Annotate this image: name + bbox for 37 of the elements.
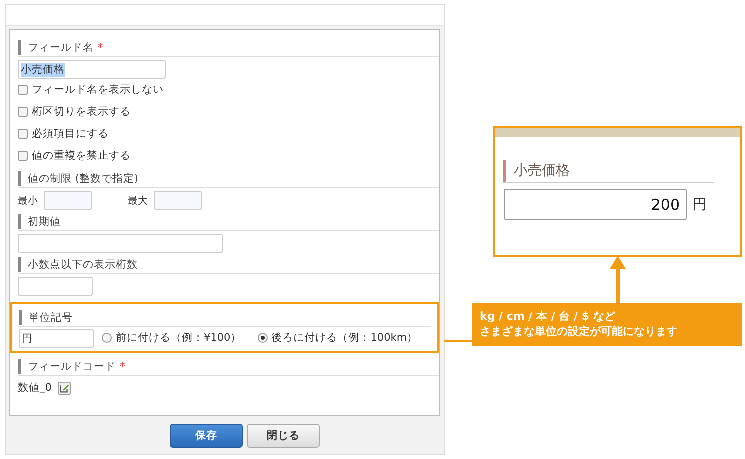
field-name-label: フィールド名 xyxy=(28,40,94,54)
checkbox[interactable] xyxy=(18,107,28,117)
required-mark: * xyxy=(98,42,104,54)
input-field[interactable] xyxy=(18,234,223,253)
default-value-label: 初期値 xyxy=(28,214,61,228)
checkbox[interactable] xyxy=(18,85,28,95)
field-code-value: 数値_0 xyxy=(18,381,52,395)
radio-button[interactable] xyxy=(258,332,268,342)
input-field[interactable] xyxy=(154,191,202,210)
save-button[interactable]: 保存 xyxy=(170,424,243,448)
unit-label: 単位記号 xyxy=(29,310,73,324)
input-field[interactable] xyxy=(44,191,92,210)
input-field[interactable]: 円 xyxy=(19,329,94,348)
decimals-label: 小数点以下の表示桁数 xyxy=(28,258,138,272)
checkbox[interactable] xyxy=(18,151,28,161)
edit-icon[interactable] xyxy=(58,382,71,394)
checkbox-label: 必須項目にする xyxy=(32,127,109,141)
checkbox-label: 値の重複を禁止する xyxy=(32,149,131,163)
max-label: 最大 xyxy=(128,194,148,208)
unit-symbol: 円 xyxy=(693,196,707,214)
checkbox-label: フィールド名を表示しない xyxy=(32,83,164,97)
checkbox-label: 桁区切りを表示する xyxy=(32,105,131,119)
input-field[interactable]: 小売価格 xyxy=(18,60,166,79)
limit-label: 値の制限 (整数で指定) xyxy=(28,172,139,186)
preview-label: 小売価格 xyxy=(514,162,570,180)
radio-button[interactable] xyxy=(102,332,112,342)
close-button[interactable]: 閉じる xyxy=(247,424,320,448)
required-mark: * xyxy=(120,360,126,372)
radio-label: 前に付ける（例：¥100） xyxy=(116,330,242,344)
callout-text: kg / cm / 本 / 台 / $ など xyxy=(480,309,616,324)
radio-label: 後ろに付ける（例：100km） xyxy=(272,330,418,344)
input-field[interactable]: 200 xyxy=(504,189,687,220)
field-code-label: フィールドコード xyxy=(28,360,116,374)
callout-text: さまざまな単位の設定が可能になります xyxy=(480,324,679,339)
input-field[interactable] xyxy=(18,277,93,296)
min-label: 最小 xyxy=(18,194,38,208)
checkbox[interactable] xyxy=(18,129,28,139)
